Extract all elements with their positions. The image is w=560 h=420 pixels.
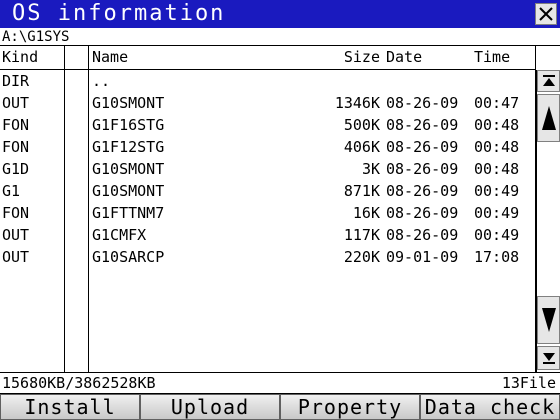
row-date — [386, 70, 458, 92]
row-time: 00:49 — [474, 182, 520, 200]
file-row[interactable]: DIR .. — [0, 70, 536, 92]
row-time: 00:47 — [474, 94, 520, 112]
row-size: 16K — [352, 204, 380, 222]
row-name: .. — [92, 72, 111, 90]
row-size: 220K — [343, 248, 380, 266]
row-kind: FON — [2, 138, 30, 156]
row-size: 406K — [343, 138, 380, 156]
row-size: 871K — [343, 182, 380, 200]
close-x-icon — [539, 7, 553, 21]
file-row[interactable]: OUT G10SARCP 220K 09-01-09 17:08 — [0, 246, 536, 268]
file-row[interactable]: OUT G10SMONT 1346K 08-26-09 00:47 — [0, 92, 536, 114]
scroll-bottom-icon — [542, 353, 555, 364]
row-name: G10SMONT — [92, 182, 165, 200]
row-size — [290, 70, 380, 92]
list-header: Kind Name Size Date Time — [0, 46, 536, 70]
install-button[interactable]: Install — [0, 394, 140, 420]
row-kind: OUT — [2, 248, 30, 266]
title-bar: OS information — [0, 0, 560, 28]
row-time: 00:48 — [474, 138, 520, 156]
row-name: G10SMONT — [92, 94, 165, 112]
row-name: G10SMONT — [92, 160, 165, 178]
row-kind: FON — [2, 116, 30, 134]
page-up-icon — [541, 106, 556, 130]
scroll-top-icon — [542, 75, 555, 86]
file-row[interactable]: FON G1FTTNM7 16K 08-26-09 00:49 — [0, 202, 536, 224]
row-size: 1346K — [334, 94, 380, 112]
property-button[interactable]: Property — [280, 394, 420, 420]
header-name[interactable]: Name — [92, 46, 292, 69]
row-time — [474, 70, 536, 92]
file-row[interactable]: G1 G10SMONT 871K 08-26-09 00:49 — [0, 180, 536, 202]
row-time: 00:49 — [474, 226, 520, 244]
row-time: 00:48 — [474, 160, 520, 178]
current-path: A:\G1SYS — [0, 28, 560, 46]
page-down-icon — [541, 308, 556, 332]
scroll-top-button[interactable] — [537, 70, 560, 92]
row-date: 09-01-09 — [386, 248, 459, 266]
row-date: 08-26-09 — [386, 204, 459, 222]
button-bar: Install Upload Property Data check — [0, 394, 560, 420]
row-name: G1FTTNM7 — [92, 204, 165, 222]
row-time: 17:08 — [474, 248, 520, 266]
row-size: 117K — [343, 226, 380, 244]
window-title: OS information — [12, 1, 226, 26]
upload-button[interactable]: Upload — [140, 394, 280, 420]
row-date: 08-26-09 — [386, 94, 459, 112]
file-row[interactable]: FON G1F16STG 500K 08-26-09 00:48 — [0, 114, 536, 136]
row-kind: FON — [2, 204, 30, 222]
page-up-button[interactable] — [537, 94, 560, 142]
row-date: 08-26-09 — [386, 116, 459, 134]
row-time: 00:49 — [474, 204, 520, 222]
row-size: 500K — [343, 116, 380, 134]
row-date: 08-26-09 — [386, 160, 459, 178]
row-kind: G1 — [2, 182, 21, 200]
row-kind: OUT — [2, 94, 30, 112]
data-check-button[interactable]: Data check — [420, 394, 560, 420]
row-date: 08-26-09 — [386, 226, 459, 244]
row-date: 08-26-09 — [386, 138, 459, 156]
vertical-scrollbar[interactable] — [536, 70, 560, 372]
row-date: 08-26-09 — [386, 182, 459, 200]
status-bar: 15680KB/3862528KB 13File — [0, 372, 560, 394]
scroll-bottom-button[interactable] — [537, 346, 560, 370]
row-kind: OUT — [2, 226, 30, 244]
header-size[interactable]: Size — [290, 46, 380, 69]
row-name: G1F16STG — [92, 116, 165, 134]
file-row[interactable]: OUT G1CMFX 117K 08-26-09 00:49 — [0, 224, 536, 246]
row-kind: DIR — [2, 72, 30, 90]
file-list: Kind Name Size Date Time DIR .. OUT G10S… — [0, 46, 536, 372]
file-row[interactable]: FON G1F12STG 406K 08-26-09 00:48 — [0, 136, 536, 158]
page-down-button[interactable] — [537, 296, 560, 344]
row-name: G1CMFX — [92, 226, 147, 244]
row-name: G10SARCP — [92, 248, 165, 266]
header-date[interactable]: Date — [386, 46, 458, 69]
file-count: 13File — [501, 374, 556, 392]
row-time: 00:48 — [474, 116, 520, 134]
header-kind[interactable]: Kind — [2, 46, 62, 69]
header-time[interactable]: Time — [474, 46, 536, 69]
row-size: 3K — [361, 160, 380, 178]
capacity-text: 15680KB/3862528KB — [2, 374, 156, 392]
file-row[interactable]: G1D G10SMONT 3K 08-26-09 00:48 — [0, 158, 536, 180]
row-name: G1F12STG — [92, 138, 165, 156]
row-kind: G1D — [2, 160, 30, 178]
close-button[interactable] — [535, 3, 557, 25]
